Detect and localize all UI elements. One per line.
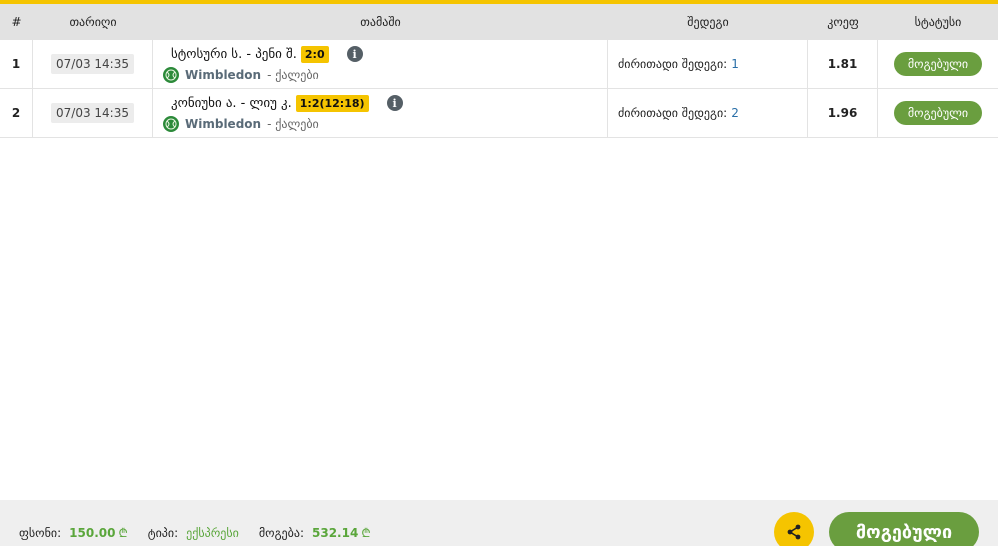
match-teams: კონიუხი ა. - ლიუ კ. — [171, 95, 292, 111]
match-score: 2:0 — [300, 45, 329, 63]
results-label: ძირითადი შედეგი: — [618, 57, 728, 71]
info-icon[interactable]: i — [346, 46, 363, 62]
win-currency: ₾ — [361, 526, 371, 540]
row-coef-cell: 1.96 — [808, 89, 878, 137]
league-line: Wimbledon - ქალები — [163, 66, 363, 83]
stake-currency: ₾ — [118, 526, 128, 540]
league-link[interactable]: Wimbledon — [185, 68, 261, 82]
row-match-cell: სტოსური ს. - პენი შ. 2:0 i Wimbledon - ქ… — [153, 40, 608, 88]
row-date: 07/03 14:35 — [51, 54, 134, 74]
bet-status-button[interactable]: მოგებული — [829, 512, 979, 546]
row-date-cell: 07/03 14:35 — [33, 89, 153, 137]
bet-summary-footer: ფსონი: 150.00 ₾ ტიპი: ექსპრესი მოგება: 53… — [0, 500, 998, 546]
header-coef: კოეფ — [827, 15, 859, 29]
row-num: 1 — [11, 57, 21, 71]
header-num: # — [11, 15, 22, 29]
league-line: Wimbledon - ქალები — [163, 115, 403, 132]
row-match-cell: კონიუხი ა. - ლიუ კ. 1:2(12:18) i Wimbled… — [153, 89, 608, 137]
league-link[interactable]: Wimbledon — [185, 117, 261, 131]
status-badge[interactable]: მოგებული — [893, 52, 983, 76]
type-value: ექსპრესი — [186, 525, 239, 540]
results-value: 2 — [731, 106, 739, 120]
header-match: თამაში — [360, 15, 401, 29]
row-date: 07/03 14:35 — [51, 103, 134, 123]
match-info: სტოსური ს. - პენი შ. 2:0 i Wimbledon - ქ… — [163, 45, 363, 83]
win-value-wrap: 532.14 ₾ — [312, 524, 371, 541]
share-button[interactable] — [774, 512, 814, 546]
tennis-icon — [163, 66, 179, 83]
row-status-cell: მოგებული — [878, 40, 998, 88]
table-header: # თარიღი თამაში შედეგი კოეფ სტატუსი — [0, 4, 998, 40]
header-results: შედეგი — [687, 15, 729, 29]
type-label: ტიპი: — [147, 525, 179, 540]
match-score: 1:2(12:18) — [295, 94, 369, 112]
stake-value-wrap: 150.00 ₾ — [69, 524, 128, 541]
teams-line: კონიუხი ა. - ლიუ კ. 1:2(12:18) i — [171, 94, 403, 112]
teams-line: სტოსური ს. - პენი შ. 2:0 i — [171, 45, 363, 63]
results-value: 1 — [731, 57, 739, 71]
table-row: 1 07/03 14:35 სტოსური ს. - პენი შ. 2:0 i… — [0, 40, 998, 89]
bet-summary: ფსონი: 150.00 ₾ ტიპი: ექსპრესი მოგება: 53… — [19, 524, 371, 541]
match-info: კონიუხი ა. - ლიუ კ. 1:2(12:18) i Wimbled… — [163, 94, 403, 132]
bets-table: # თარიღი თამაში შედეგი კოეფ სტატუსი 1 07… — [0, 4, 998, 138]
header-date: თარიღი — [69, 15, 117, 29]
row-num: 2 — [11, 106, 21, 120]
row-coef: 1.81 — [827, 57, 858, 71]
row-num-cell: 2 — [0, 89, 33, 137]
row-coef: 1.96 — [827, 106, 858, 120]
win-value: 532.14 — [312, 526, 359, 540]
status-badge[interactable]: მოგებული — [893, 101, 983, 125]
info-icon[interactable]: i — [386, 95, 403, 111]
match-teams: სტოსური ს. - პენი შ. — [171, 46, 297, 62]
tennis-icon — [163, 115, 179, 132]
row-coef-cell: 1.81 — [808, 40, 878, 88]
stake-label: ფსონი: — [19, 525, 62, 540]
win-label: მოგება: — [258, 525, 304, 540]
row-date-cell: 07/03 14:35 — [33, 40, 153, 88]
row-results-cell: ძირითადი შედეგი: 1 — [608, 40, 808, 88]
win-info: მოგება: 532.14 ₾ — [259, 524, 371, 541]
share-icon — [787, 524, 801, 540]
table-row: 2 07/03 14:35 კონიუხი ა. - ლიუ კ. 1:2(12… — [0, 89, 998, 138]
league-category: - ქალები — [267, 116, 319, 131]
row-results-cell: ძირითადი შედეგი: 2 — [608, 89, 808, 137]
stake-value: 150.00 — [69, 526, 116, 540]
row-num-cell: 1 — [0, 40, 33, 88]
type-info: ტიპი: ექსპრესი — [148, 526, 239, 540]
results-label: ძირითადი შედეგი: — [618, 106, 728, 120]
header-status: სტატუსი — [914, 15, 962, 29]
row-status-cell: მოგებული — [878, 89, 998, 137]
stake-info: ფსონი: 150.00 ₾ — [19, 524, 128, 541]
league-category: - ქალები — [267, 67, 319, 82]
